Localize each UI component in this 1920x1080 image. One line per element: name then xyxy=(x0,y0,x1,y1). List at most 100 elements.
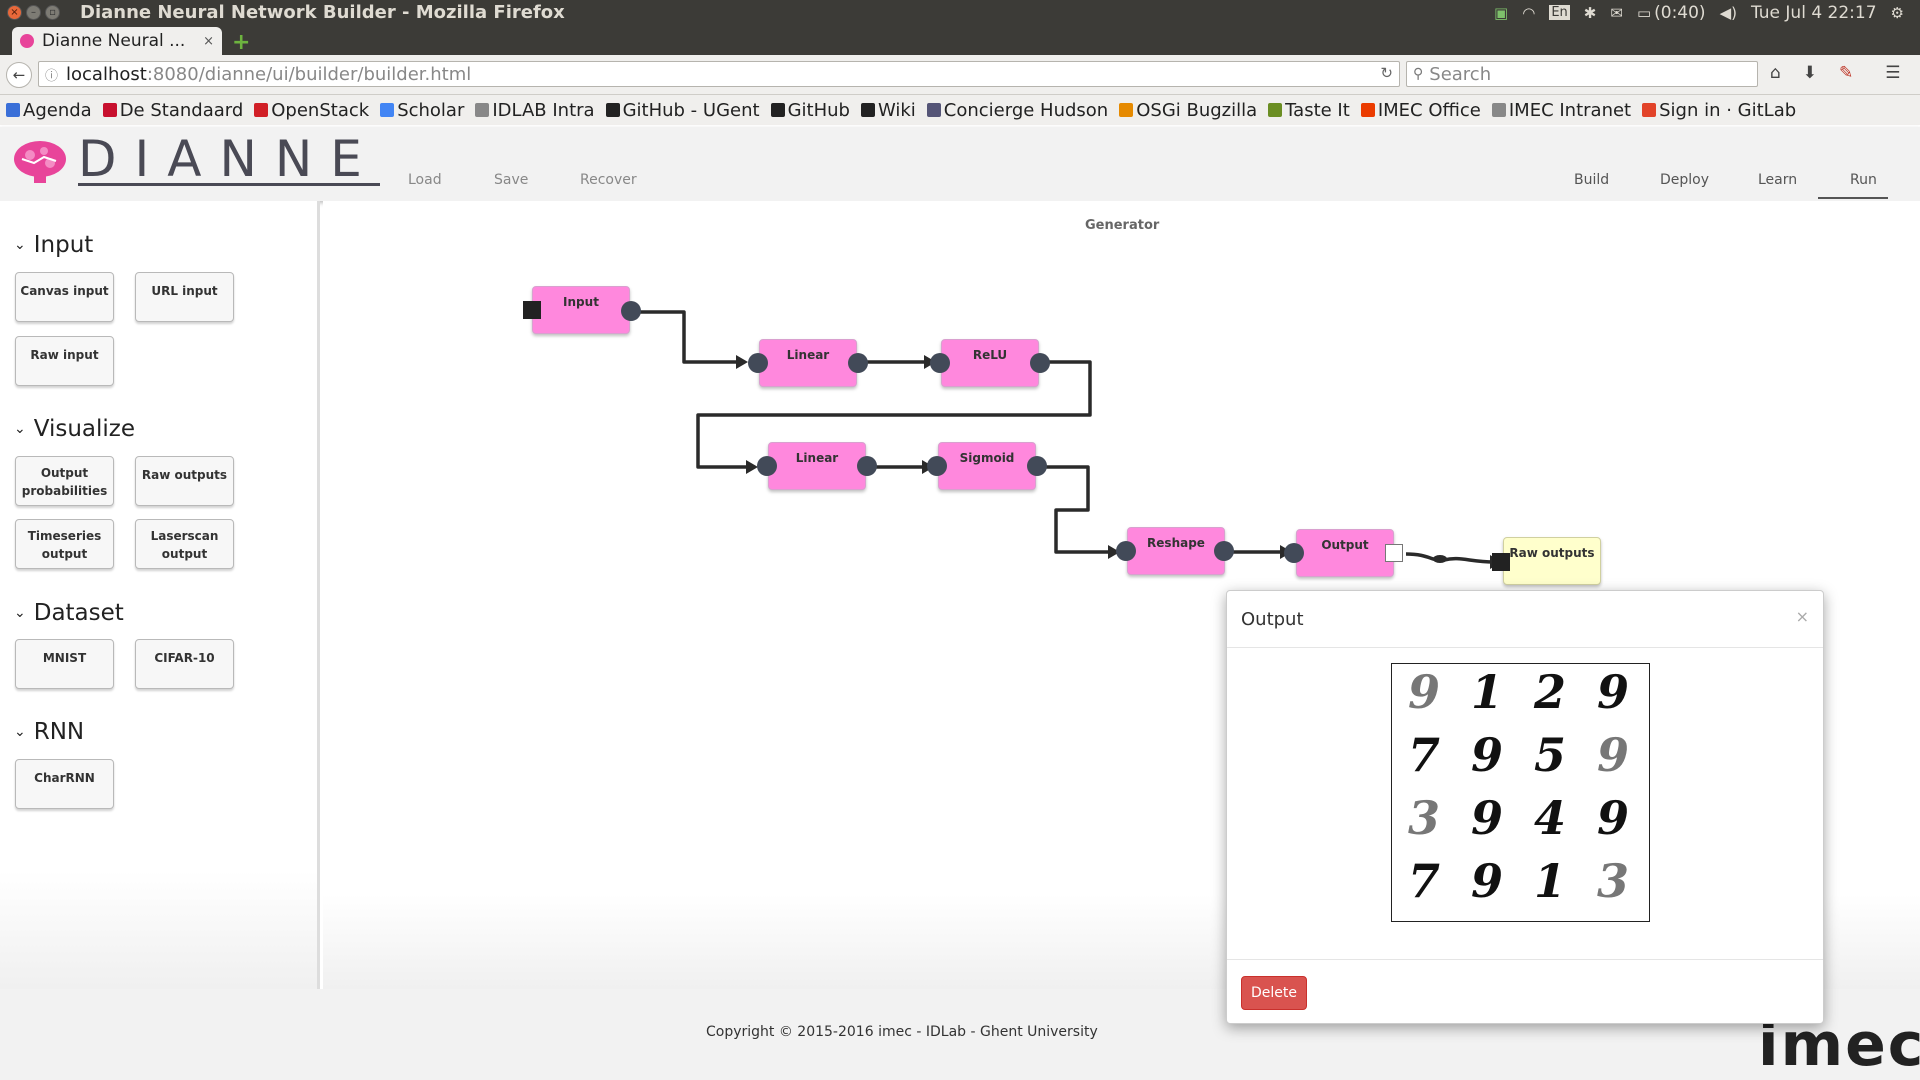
window-minimize-button[interactable]: – xyxy=(26,5,41,20)
module-timeseries-output[interactable]: Timeseries output xyxy=(15,519,114,569)
node-linear-2[interactable]: Linear xyxy=(768,442,866,490)
bookmark-item[interactable]: OpenStack xyxy=(254,100,369,121)
tab-close-icon[interactable]: × xyxy=(203,34,214,49)
category-title: Dataset xyxy=(33,600,124,626)
bookmark-favicon-icon xyxy=(860,103,875,117)
dianne-brand[interactable]: DIANNE xyxy=(10,134,380,186)
output-sink-square[interactable] xyxy=(1385,544,1403,562)
bookmark-item[interactable]: Sign in · GitLab xyxy=(1642,100,1796,121)
port-out[interactable] xyxy=(1030,353,1050,373)
menu-hamburger-icon[interactable]: ☰ xyxy=(1885,63,1900,83)
generated-digit: 1 xyxy=(1533,854,1566,908)
port-out[interactable] xyxy=(1214,541,1234,561)
module-url-input[interactable]: URL input xyxy=(135,272,234,322)
port-in[interactable] xyxy=(1284,543,1304,563)
port-in[interactable] xyxy=(748,353,768,373)
node-output[interactable]: Output xyxy=(1296,529,1394,577)
site-info-icon[interactable]: ⓘ xyxy=(45,65,58,84)
save-menu[interactable]: Save xyxy=(494,172,528,188)
update-icon[interactable]: ▣ xyxy=(1494,4,1508,22)
category-input[interactable]: ⌄ Input xyxy=(14,232,93,258)
clock[interactable]: Tue Jul 4 22:17 xyxy=(1751,3,1877,23)
window-close-button[interactable]: × xyxy=(7,5,22,20)
bookmark-item[interactable]: Scholar xyxy=(380,100,464,121)
node-relu[interactable]: ReLU xyxy=(941,339,1039,387)
bookmark-item[interactable]: Concierge Hudson xyxy=(926,99,1109,121)
bookmark-item[interactable]: OSGi Bugzilla xyxy=(1119,100,1257,121)
category-visualize[interactable]: ⌄ Visualize xyxy=(14,416,135,442)
port-in[interactable] xyxy=(1116,541,1136,561)
port-out[interactable] xyxy=(857,456,877,476)
node-reshape[interactable]: Reshape xyxy=(1127,527,1225,575)
tab-learn[interactable]: Learn xyxy=(1758,172,1797,188)
node-linear-1[interactable]: Linear xyxy=(759,339,857,387)
raw-outputs-input-square[interactable] xyxy=(1492,553,1510,571)
close-icon[interactable]: × xyxy=(1796,607,1809,626)
category-dataset[interactable]: ⌄ Dataset xyxy=(14,600,124,626)
port-out[interactable] xyxy=(848,353,868,373)
reload-icon[interactable]: ↻ xyxy=(1380,64,1393,82)
os-title-bar: × – ▫ Dianne Neural Network Builder - Mo… xyxy=(0,0,1920,25)
module-output-probabilities[interactable]: Output probabilities xyxy=(15,456,114,506)
dianne-favicon-icon xyxy=(20,34,34,48)
generated-digit: 4 xyxy=(1533,791,1566,845)
settings-gear-icon[interactable]: ⚙ xyxy=(1891,4,1904,22)
module-raw-outputs[interactable]: Raw outputs xyxy=(135,456,234,506)
delete-button[interactable]: Delete xyxy=(1241,976,1307,1010)
load-menu[interactable]: Load xyxy=(408,172,442,188)
bookmark-label: Wiki xyxy=(877,99,916,121)
bookmark-item[interactable]: GitHub - UGent xyxy=(605,100,760,121)
module-canvas-input[interactable]: Canvas input xyxy=(15,272,114,322)
battery-indicator[interactable]: ▭ (0:40) xyxy=(1637,3,1706,23)
bookmark-item[interactable]: IMEC Intranet xyxy=(1491,100,1631,121)
port-in[interactable] xyxy=(927,456,947,476)
port-in[interactable] xyxy=(757,456,777,476)
node-raw-outputs[interactable]: Raw outputs xyxy=(1503,537,1601,585)
bluetooth-icon[interactable]: ✱ xyxy=(1584,4,1597,22)
addon-icon[interactable]: ✎ xyxy=(1839,63,1853,83)
keyboard-lang[interactable]: En xyxy=(1549,5,1570,20)
bookmark-item[interactable]: Agenda xyxy=(6,100,92,121)
bookmark-item[interactable]: GitHub xyxy=(770,100,850,121)
bookmark-label: Agenda xyxy=(23,99,92,121)
bookmark-item[interactable]: IDLAB Intra xyxy=(475,100,595,121)
bookmark-item[interactable]: De Standaard xyxy=(102,100,243,121)
bookmark-label: Concierge Hudson xyxy=(943,99,1109,121)
recover-menu[interactable]: Recover xyxy=(580,172,637,188)
bookmark-favicon-icon xyxy=(1642,103,1657,117)
bookmark-favicon-icon xyxy=(254,103,269,117)
module-laserscan-output[interactable]: Laserscan output xyxy=(135,519,234,569)
bookmark-item[interactable]: Taste It xyxy=(1268,100,1350,121)
search-input[interactable]: ⚲ Search xyxy=(1406,61,1758,87)
chevron-down-icon: ⌄ xyxy=(14,724,26,740)
category-rnn[interactable]: ⌄ RNN xyxy=(14,719,84,745)
navigation-toolbar: ← ⓘ localhost :8080/dianne/ui/builder/bu… xyxy=(0,55,1920,95)
port-out[interactable] xyxy=(1027,456,1047,476)
module-mnist[interactable]: MNIST xyxy=(15,639,114,689)
module-toolbox: ⌄ Input Canvas input URL input Raw input … xyxy=(0,201,320,989)
module-raw-input[interactable]: Raw input xyxy=(15,336,114,386)
input-source-square[interactable] xyxy=(523,301,541,319)
tab-deploy[interactable]: Deploy xyxy=(1660,172,1709,188)
tab-build[interactable]: Build xyxy=(1574,172,1609,188)
wifi-icon[interactable]: ◠ xyxy=(1522,4,1535,22)
copyright-text: Copyright © 2015-2016 imec - IDLab - Ghe… xyxy=(706,1024,1098,1040)
module-charrnn[interactable]: CharRNN xyxy=(15,759,114,809)
volume-icon[interactable]: ◀) xyxy=(1720,4,1737,22)
module-cifar10[interactable]: CIFAR-10 xyxy=(135,639,234,689)
browser-tab[interactable]: Dianne Neural ... × xyxy=(12,27,222,55)
bookmark-item[interactable]: IMEC Office xyxy=(1360,100,1481,121)
url-bar[interactable]: ⓘ localhost :8080/dianne/ui/builder/buil… xyxy=(38,61,1400,87)
tab-run[interactable]: Run xyxy=(1850,172,1877,188)
bookmark-item[interactable]: Wiki xyxy=(860,99,916,121)
back-arrow-icon[interactable]: ← xyxy=(6,61,32,88)
node-input[interactable]: Input xyxy=(532,286,630,334)
node-sigmoid[interactable]: Sigmoid xyxy=(938,442,1036,490)
window-maximize-button[interactable]: ▫ xyxy=(45,5,60,20)
download-icon[interactable]: ⬇ xyxy=(1803,63,1817,83)
home-icon[interactable]: ⌂ xyxy=(1770,63,1781,83)
port-in[interactable] xyxy=(930,353,950,373)
new-tab-button[interactable]: + xyxy=(232,30,250,55)
port-out[interactable] xyxy=(621,301,641,321)
mail-icon[interactable]: ✉ xyxy=(1610,4,1623,22)
